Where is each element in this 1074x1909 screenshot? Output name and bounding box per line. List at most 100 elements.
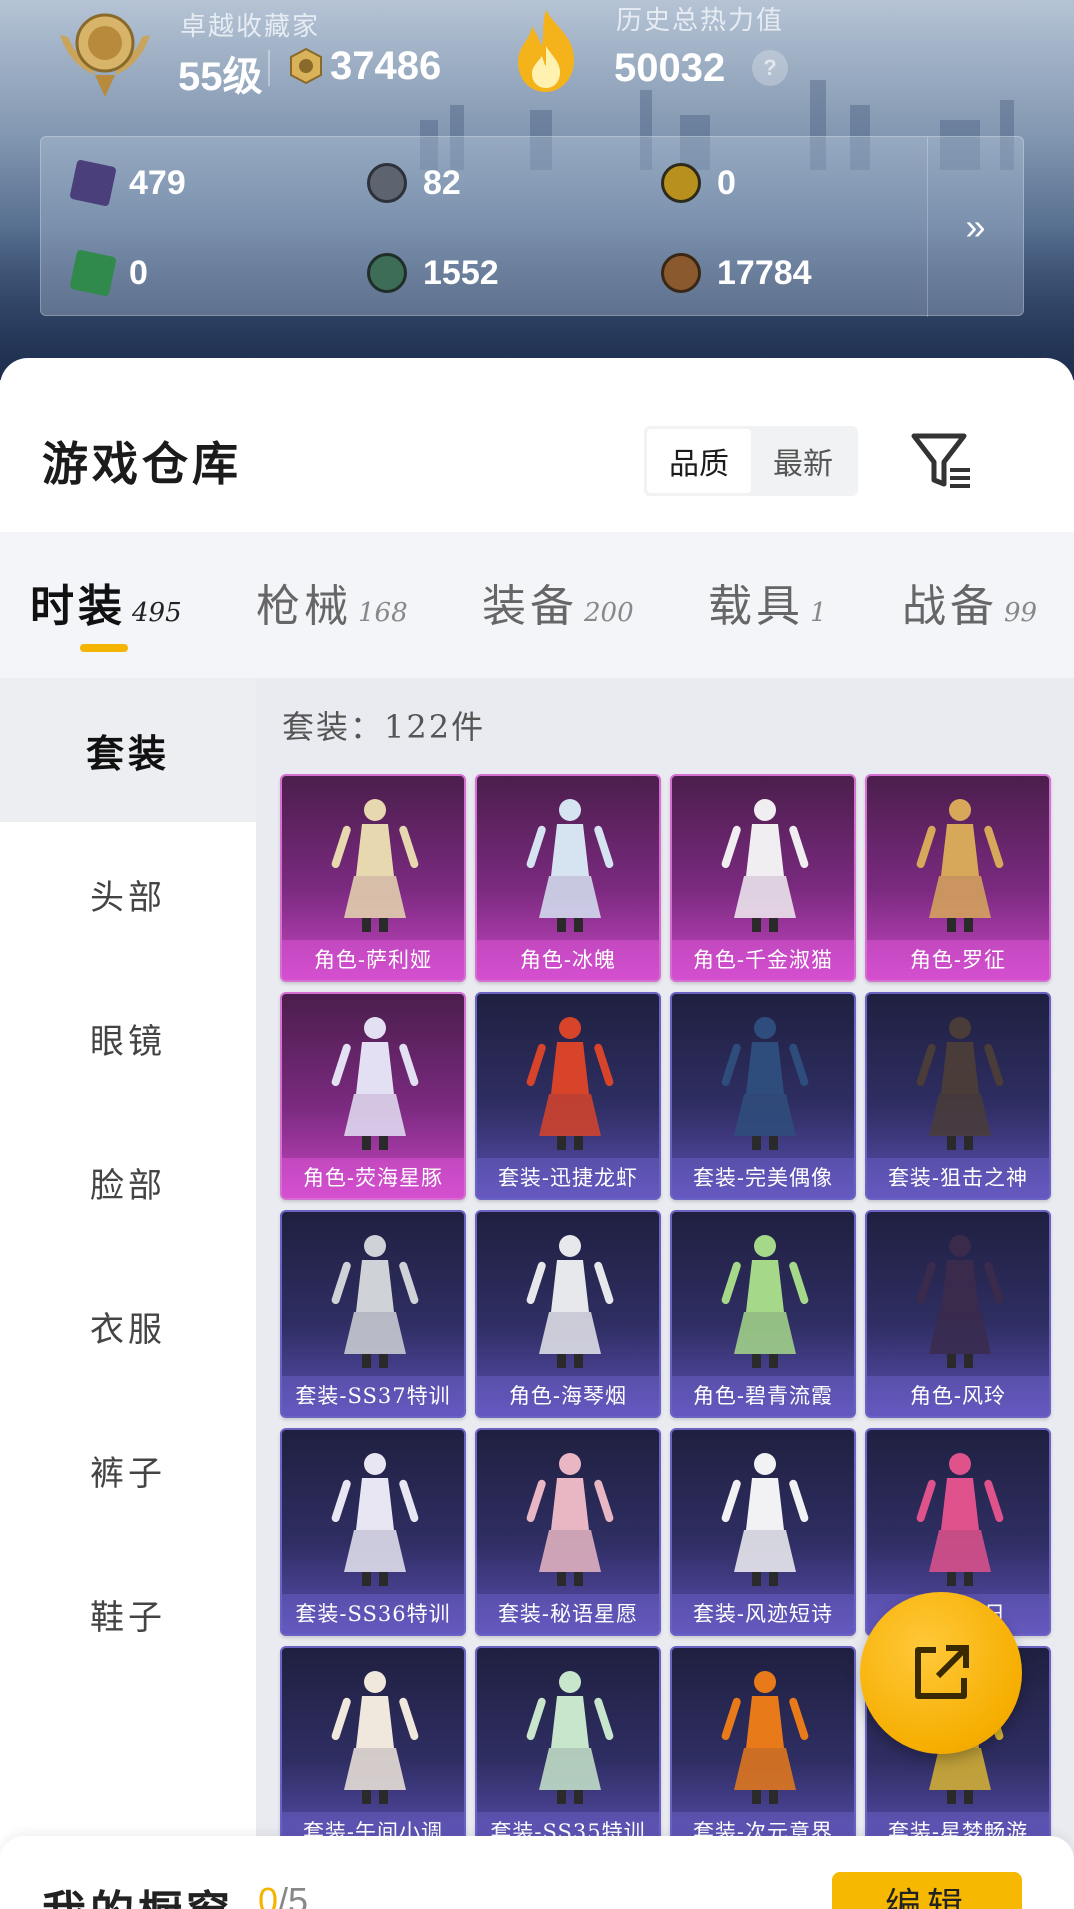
item-name: 角色-荧海星豚 (282, 1158, 464, 1198)
outfit-figure-icon (331, 1235, 419, 1368)
item-name: 套装-迅捷龙虾 (477, 1158, 659, 1198)
bronze-coin-icon (661, 253, 701, 293)
sidebar-item-suit[interactable]: 套装 (0, 678, 256, 822)
outfit-figure-icon (331, 1671, 419, 1804)
sidebar-item-glasses[interactable]: 眼镜 (0, 966, 256, 1110)
showcase-bar: 我的橱窗 0/5 编辑 (0, 1836, 1074, 1909)
resource-item[interactable]: 17784 (661, 251, 812, 295)
share-button[interactable] (860, 1592, 1022, 1754)
item-name: 角色-罗征 (867, 940, 1049, 980)
tab-equipment[interactable]: 装备 200 (482, 570, 634, 634)
item-name: 角色-海琴烟 (477, 1376, 659, 1416)
outfit-figure-icon (526, 799, 614, 932)
showcase-count: 0/5 (258, 1880, 309, 1909)
item-card[interactable]: 套装-SS35特训 (475, 1646, 661, 1854)
resource-item[interactable]: 0 (69, 249, 148, 297)
collector-coin-value: 37486 (330, 44, 442, 88)
item-card[interactable]: 角色-千金淑猫 (670, 774, 856, 982)
sort-newest-button[interactable]: 最新 (751, 429, 855, 493)
resource-panel: 479 82 0 0 1552 17784 » (40, 136, 1024, 317)
item-name: 套装-狙击之神 (867, 1158, 1049, 1198)
item-name: 套装-秘语星愿 (477, 1594, 659, 1634)
outfit-figure-icon (916, 799, 1004, 932)
sidebar-item-shoes[interactable]: 鞋子 (0, 1542, 256, 1686)
silver-coin-icon (367, 163, 407, 203)
gold-coin-icon (661, 163, 701, 203)
outfit-figure-icon (526, 1453, 614, 1586)
resource-item[interactable]: 0 (661, 161, 736, 205)
item-name: 角色-萨利娅 (282, 940, 464, 980)
outfit-figure-icon (721, 1235, 809, 1368)
item-name: 角色-风玲 (867, 1376, 1049, 1416)
item-card[interactable]: 角色-萨利娅 (280, 774, 466, 982)
active-tab-indicator (80, 644, 128, 652)
outfit-figure-icon (331, 799, 419, 932)
outfit-figure-icon (721, 1453, 809, 1586)
outfit-figure-icon (526, 1017, 614, 1150)
tab-firearms[interactable]: 枪械 168 (256, 570, 408, 634)
item-card[interactable]: 套装-狙击之神 (865, 992, 1051, 1200)
tab-fashion[interactable]: 时装 495 (30, 570, 182, 634)
item-count-label: 套装：122件 (282, 708, 486, 746)
sort-quality-button[interactable]: 品质 (647, 429, 751, 493)
item-name: 角色-碧青流霞 (672, 1376, 854, 1416)
item-card[interactable]: 套装-迅捷龙虾 (475, 992, 661, 1200)
sidebar: 套装 头部 眼镜 脸部 衣服 裤子 鞋子 (0, 678, 256, 1909)
help-icon[interactable]: ? (752, 50, 788, 86)
heat-value: 50032 (614, 46, 726, 90)
item-card[interactable]: 套装-午间小调 (280, 1646, 466, 1854)
green-coin-icon (367, 253, 407, 293)
heat-title: 历史总热力值 (616, 6, 785, 36)
item-name: 角色-冰魄 (477, 940, 659, 980)
outfit-figure-icon (721, 799, 809, 932)
outfit-figure-icon (526, 1235, 614, 1368)
item-name: 套装-完美偶像 (672, 1158, 854, 1198)
sort-toggle: 品质 最新 (644, 426, 858, 496)
green-card-icon (69, 249, 117, 297)
item-card[interactable]: 角色-碧青流霞 (670, 1210, 856, 1418)
item-card[interactable]: 套装-风迹短诗 (670, 1428, 856, 1636)
sidebar-item-clothes[interactable]: 衣服 (0, 1254, 256, 1398)
item-card[interactable]: 套装-秘语星愿 (475, 1428, 661, 1636)
outfit-figure-icon (721, 1671, 809, 1804)
resource-item[interactable]: 479 (69, 159, 186, 207)
collector-badge-icon (60, 13, 150, 97)
category-tabs: 时装 495 枪械 168 装备 200 载具 1 战备 99 (0, 532, 1074, 678)
item-card[interactable]: 套装-次元意界 (670, 1646, 856, 1854)
item-name: 套装-风迹短诗 (672, 1594, 854, 1634)
outfit-figure-icon (916, 1235, 1004, 1368)
item-card[interactable]: 角色-冰魄 (475, 774, 661, 982)
item-name: 套装-SS37特训 (282, 1376, 464, 1416)
item-name: 套装-SS36特训 (282, 1594, 464, 1634)
page-title: 游戏仓库 (42, 437, 242, 491)
flame-icon (518, 10, 574, 92)
level-value: 55级 (178, 55, 263, 99)
item-card[interactable]: 角色-风玲 (865, 1210, 1051, 1418)
edit-showcase-button[interactable]: 编辑 (832, 1872, 1022, 1909)
filter-icon[interactable] (910, 430, 974, 492)
outfit-figure-icon (916, 1453, 1004, 1586)
sidebar-item-pants[interactable]: 裤子 (0, 1398, 256, 1542)
divider (268, 50, 270, 86)
tab-vehicles[interactable]: 载具 1 (708, 570, 827, 634)
rank-title: 卓越收藏家 (180, 12, 321, 42)
showcase-title: 我的橱窗 (42, 1876, 234, 1909)
item-card[interactable]: 角色-罗征 (865, 774, 1051, 982)
purple-card-icon (69, 159, 117, 207)
item-card[interactable]: 套装-SS36特训 (280, 1428, 466, 1636)
outfit-figure-icon (331, 1453, 419, 1586)
outfit-figure-icon (526, 1671, 614, 1804)
sidebar-item-face[interactable]: 脸部 (0, 1110, 256, 1254)
item-card[interactable]: 角色-荧海星豚 (280, 992, 466, 1200)
item-card[interactable]: 角色-海琴烟 (475, 1210, 661, 1418)
sidebar-item-head[interactable]: 头部 (0, 822, 256, 966)
item-card[interactable]: 套装-完美偶像 (670, 992, 856, 1200)
tab-supplies[interactable]: 战备 99 (902, 570, 1037, 634)
profile-header: 卓越收藏家 55级 37486 历史总热力值 50032 ? 479 82 0 … (0, 0, 1074, 380)
more-resources-button[interactable]: » (927, 137, 1023, 317)
resource-item[interactable]: 82 (367, 161, 461, 205)
collector-coin-icon (290, 47, 322, 85)
outfit-figure-icon (916, 1017, 1004, 1150)
resource-item[interactable]: 1552 (367, 251, 499, 295)
item-card[interactable]: 套装-SS37特训 (280, 1210, 466, 1418)
